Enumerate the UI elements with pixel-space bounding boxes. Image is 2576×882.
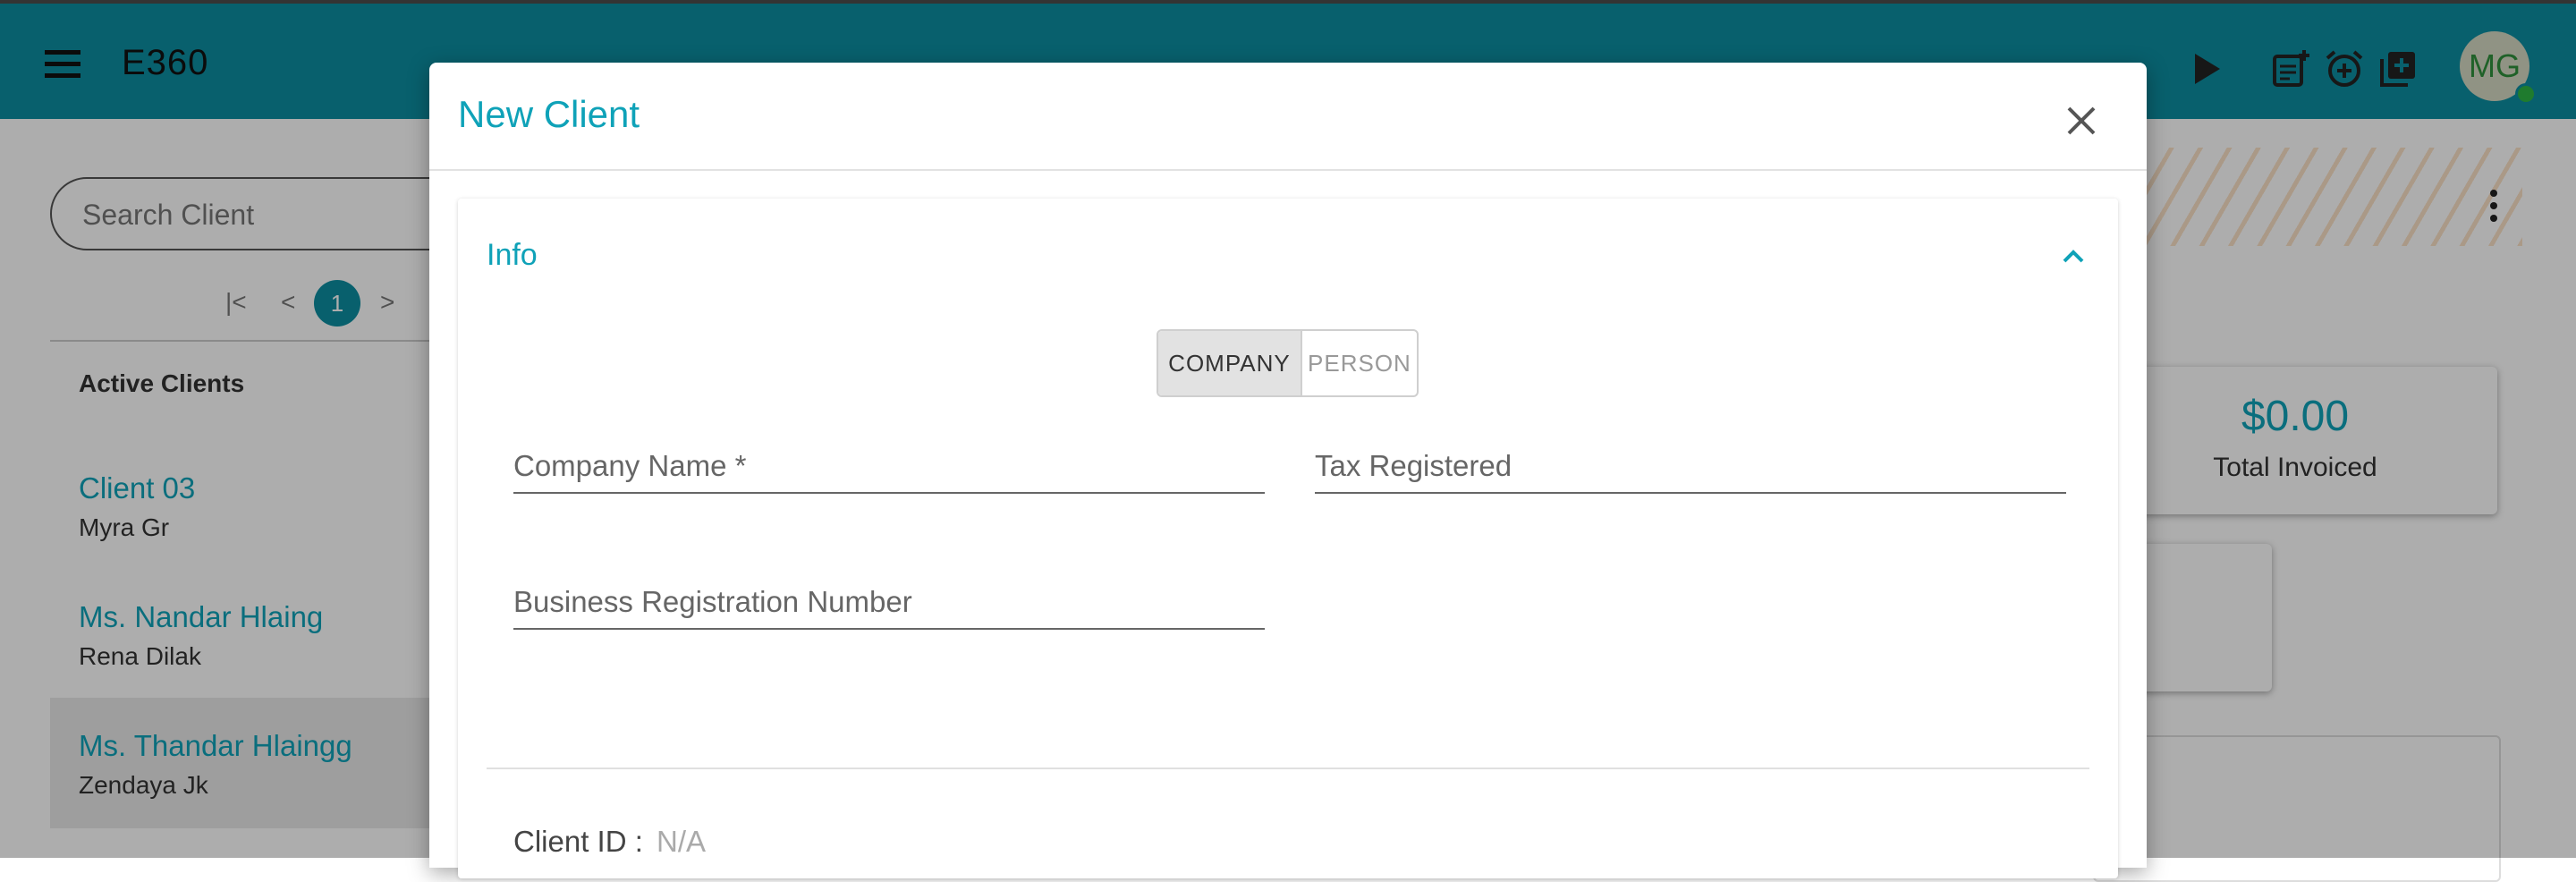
client-type-toggle: COMPANY PERSON bbox=[1157, 329, 1419, 397]
tax-registered-field bbox=[1315, 429, 2066, 494]
person-toggle-button[interactable]: PERSON bbox=[1302, 331, 1417, 395]
chevron-up-icon[interactable] bbox=[2057, 245, 2089, 267]
new-client-dialog: New Client Info COMPANY PERSON Client ID… bbox=[429, 63, 2147, 878]
divider bbox=[487, 768, 2089, 769]
business-reg-input[interactable] bbox=[513, 585, 1265, 619]
tax-registered-input[interactable] bbox=[1315, 449, 2066, 483]
section-title[interactable]: Info bbox=[487, 238, 538, 273]
company-name-field bbox=[513, 429, 1265, 494]
client-id-value: N/A bbox=[657, 825, 707, 858]
divider bbox=[429, 169, 2147, 171]
dialog-title: New Client bbox=[458, 93, 640, 135]
close-icon[interactable] bbox=[2059, 98, 2104, 143]
company-toggle-button[interactable]: COMPANY bbox=[1158, 331, 1302, 395]
info-section: Info COMPANY PERSON Client ID : N/A bbox=[458, 199, 2118, 878]
client-id-label: Client ID : bbox=[513, 825, 643, 858]
business-reg-field bbox=[513, 565, 1265, 630]
company-name-input[interactable] bbox=[513, 449, 1265, 483]
